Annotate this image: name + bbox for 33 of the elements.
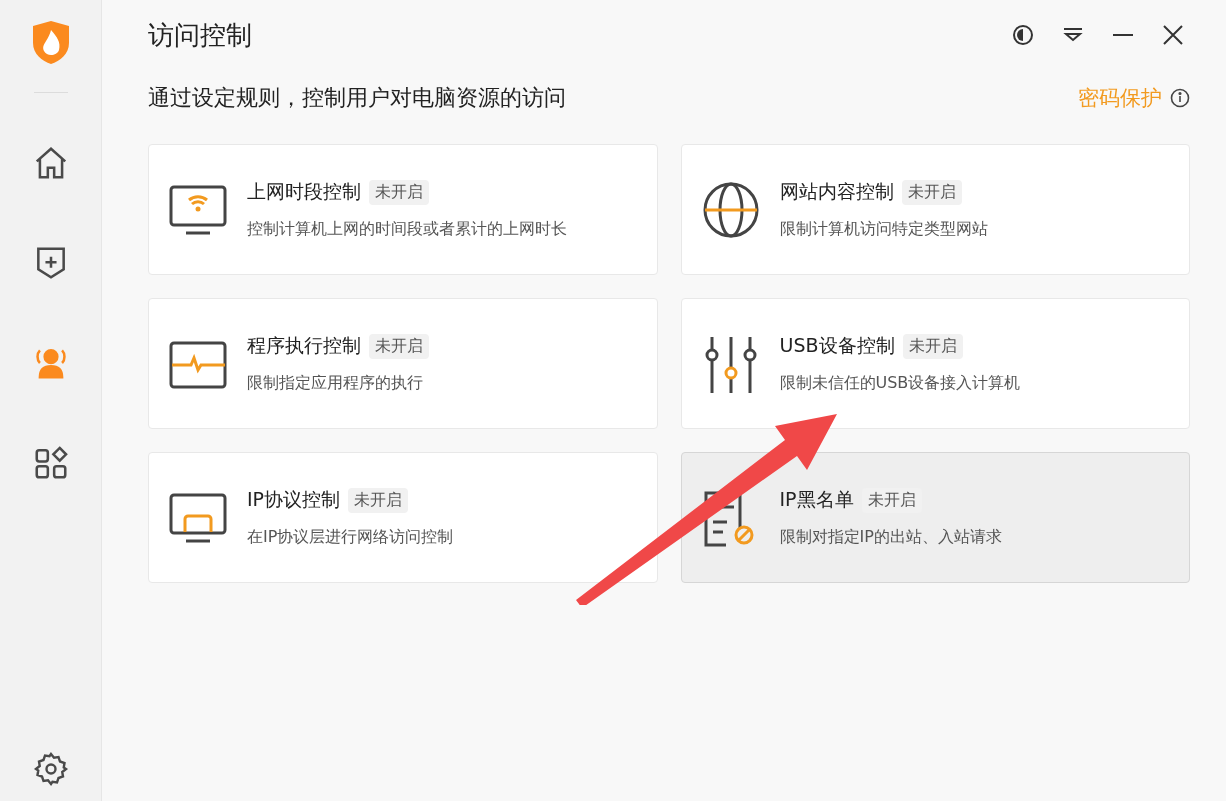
feature-card[interactable]: IP黑名单 未开启 限制对指定IP的出站、入站请求 <box>680 452 1190 583</box>
status-badge: 未开启 <box>369 179 429 205</box>
card-title: USB设备控制 <box>779 333 895 358</box>
card-description: 控制计算机上网的时间段或者累计的上网时长 <box>247 219 567 240</box>
card-description: 限制对指定IP的出站、入站请求 <box>779 527 1002 548</box>
dropdown-icon <box>1063 27 1083 43</box>
card-title: 上网时段控制 <box>247 179 361 204</box>
status-badge: 未开启 <box>901 179 962 205</box>
feature-card[interactable]: 程序执行控制 未开启 限制指定应用程序的执行 <box>148 298 658 429</box>
info-icon[interactable] <box>1170 88 1190 108</box>
window-title: 访问控制 <box>148 18 253 52</box>
card-description: 限制计算机访问特定类型网站 <box>779 219 988 240</box>
status-badge: 未开启 <box>369 333 429 359</box>
card-title: IP协议控制 <box>247 487 341 512</box>
page-subtitle: 通过设定规则，控制用户对电脑资源的访问 <box>148 84 567 112</box>
feature-card[interactable]: USB设备控制 未开启 限制未信任的USB设备接入计算机 <box>680 298 1190 429</box>
contrast-icon <box>1012 24 1034 46</box>
minimize-icon <box>1113 33 1133 37</box>
card-title: 网站内容控制 <box>779 179 894 204</box>
card-description: 在IP协议层进行网络访问控制 <box>247 527 454 548</box>
card-title: IP黑名单 <box>779 487 854 512</box>
feature-card[interactable]: IP协议控制 未开启 在IP协议层进行网络访问控制 <box>148 452 658 583</box>
settings-icon[interactable] <box>32 751 69 787</box>
feature-card[interactable]: 上网时段控制 未开启 控制计算机上网的时间段或者累计的上网时长 <box>148 144 658 275</box>
app-logo <box>30 20 71 64</box>
globe-icon <box>701 180 760 239</box>
card-description: 限制未信任的USB设备接入计算机 <box>779 373 1021 394</box>
feature-card[interactable]: 网站内容控制 未开启 限制计算机访问特定类型网站 <box>680 144 1190 275</box>
close-icon <box>1163 25 1183 45</box>
card-title: 程序执行控制 <box>247 333 361 358</box>
status-badge: 未开启 <box>348 487 409 513</box>
card-description: 限制指定应用程序的执行 <box>247 373 424 394</box>
status-badge: 未开启 <box>902 333 963 359</box>
